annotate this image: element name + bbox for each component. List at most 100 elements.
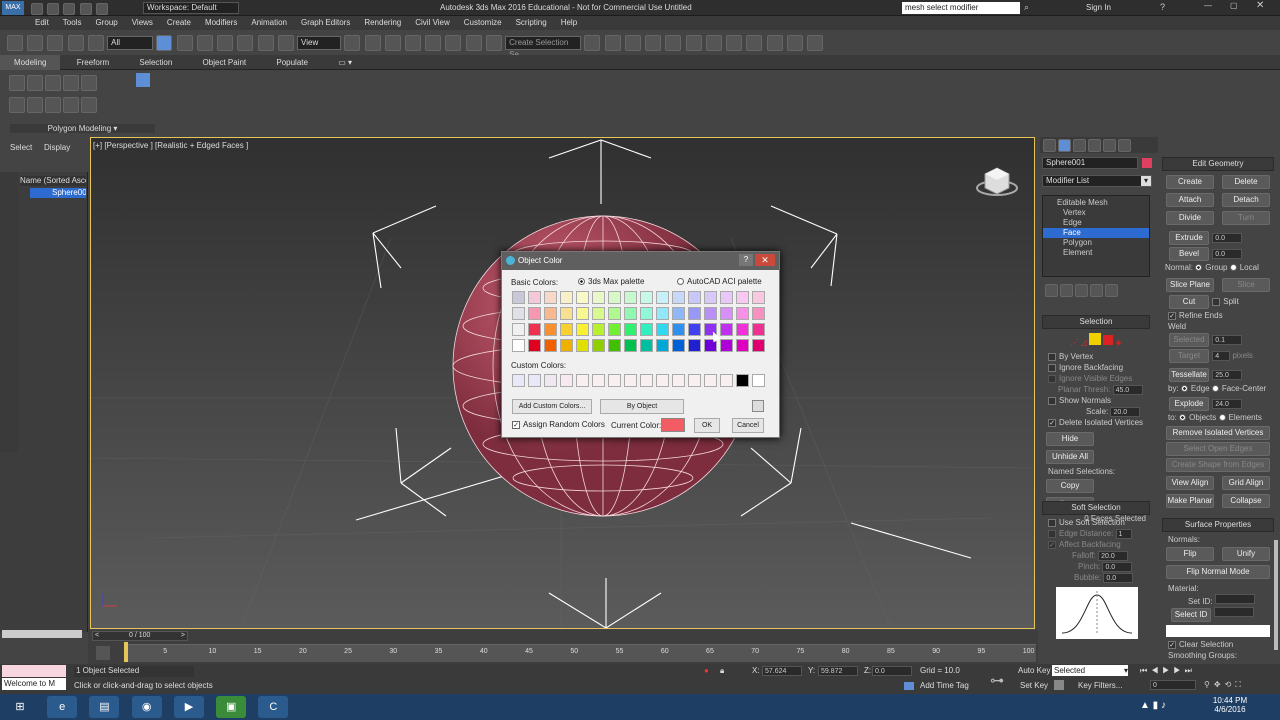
custom-color-swatch[interactable]: [576, 374, 589, 387]
basic-color-swatch[interactable]: [512, 291, 525, 304]
basic-color-swatch[interactable]: [592, 339, 605, 352]
internet-explorer-icon[interactable]: e: [47, 696, 78, 718]
menu-views[interactable]: Views: [125, 16, 160, 30]
pin-icon[interactable]: [136, 73, 150, 87]
radio-face-center[interactable]: Face-Center: [1211, 384, 1266, 393]
basic-color-swatch[interactable]: [528, 291, 541, 304]
time-slider-prev[interactable]: <: [95, 632, 99, 639]
object-color-swatch[interactable]: [1142, 158, 1152, 168]
extrude-button[interactable]: Extrude: [1169, 231, 1209, 245]
show-end-result-icon[interactable]: [1060, 284, 1073, 297]
basic-color-swatch[interactable]: [688, 339, 701, 352]
maxscript-mini-listener[interactable]: Welcome to M: [2, 678, 66, 690]
tessellate-spinner[interactable]: 25.0: [1212, 370, 1243, 380]
motion-tab-icon[interactable]: [1088, 139, 1101, 152]
bind-spacewarp-icon[interactable]: [87, 35, 104, 51]
basic-color-swatch[interactable]: [512, 307, 525, 320]
ok-button[interactable]: OK: [694, 418, 720, 433]
configure-sets-icon[interactable]: [1105, 284, 1118, 297]
basic-color-swatch[interactable]: [656, 291, 669, 304]
save-icon[interactable]: [63, 3, 76, 15]
basic-color-swatch[interactable]: [576, 323, 589, 336]
app-logo[interactable]: MAX: [2, 1, 24, 15]
workspace-dropdown[interactable]: Workspace: Default: [143, 2, 239, 14]
z-coord-field[interactable]: 0.0: [872, 666, 912, 676]
ignore-backfacing-checkbox[interactable]: Ignore Backfacing: [1042, 362, 1150, 373]
basic-color-swatch[interactable]: [560, 307, 573, 320]
custom-color-swatch[interactable]: [656, 374, 669, 387]
basic-color-swatch[interactable]: [528, 323, 541, 336]
remove-isolated-vertices-button[interactable]: Remove Isolated Vertices: [1166, 426, 1270, 440]
tray-icons[interactable]: ▲ ▮ ♪: [1140, 700, 1166, 711]
selection-set-dropdown[interactable]: Selected ▾: [1052, 665, 1128, 676]
set-key-icon[interactable]: [1054, 680, 1064, 690]
basic-color-swatch[interactable]: [544, 323, 557, 336]
minimize-button[interactable]: —: [1204, 1, 1212, 10]
assign-random-colors-checkbox[interactable]: ✓ Assign Random Colors: [512, 420, 605, 429]
create-tab-icon[interactable]: [1043, 139, 1056, 152]
basic-color-swatch[interactable]: [672, 291, 685, 304]
clear-selection-checkbox[interactable]: ✓ Clear Selection: [1162, 639, 1274, 650]
render-iterative-icon[interactable]: [786, 35, 803, 51]
close-button[interactable]: ✕: [1256, 0, 1264, 11]
y-coord-field[interactable]: 59.872: [818, 666, 858, 676]
explorer-column-header[interactable]: Name (Sorted Ascen: [20, 176, 86, 186]
custom-color-swatch[interactable]: [544, 374, 557, 387]
tab-freeform[interactable]: Freeform: [63, 55, 123, 70]
viewcube-icon[interactable]: [975, 160, 1019, 200]
by-vertex-checkbox[interactable]: By Vertex: [1042, 351, 1150, 362]
move-icon[interactable]: [237, 35, 254, 51]
cancel-button[interactable]: Cancel: [732, 418, 764, 433]
delete-button[interactable]: Delete: [1222, 175, 1270, 189]
isolate-selection-icon[interactable]: ●: [704, 666, 709, 675]
explorer-item-sphere[interactable]: Sphere001: [30, 188, 86, 198]
command-panel-scrollbar[interactable]: [1274, 540, 1278, 650]
playback-controls[interactable]: ⏮◀▶▶⏭: [1140, 666, 1250, 676]
maximize-button[interactable]: ▢: [1230, 1, 1238, 10]
clock[interactable]: 10:44 PM 4/6/2016: [1200, 696, 1260, 714]
basic-color-swatch[interactable]: [752, 339, 765, 352]
menu-edit[interactable]: Edit: [28, 16, 56, 30]
tab-display[interactable]: Display: [44, 143, 70, 152]
basic-color-swatch[interactable]: [736, 323, 749, 336]
menu-graph-editors[interactable]: Graph Editors: [294, 16, 357, 30]
turn-button[interactable]: Turn: [1222, 211, 1270, 225]
basic-color-swatch[interactable]: [576, 291, 589, 304]
basic-color-swatch[interactable]: [720, 307, 733, 320]
refine-ends-checkbox[interactable]: ✓ Refine Ends: [1162, 310, 1274, 321]
selection-filter-dropdown[interactable]: All: [107, 36, 154, 50]
pinch-spinner[interactable]: 0.0: [1102, 562, 1133, 572]
make-unique-icon[interactable]: [1075, 284, 1088, 297]
cut-button[interactable]: Cut: [1169, 295, 1209, 309]
material-editor-icon[interactable]: [705, 35, 722, 51]
basic-color-swatch[interactable]: [608, 323, 621, 336]
edge-subobject-icon[interactable]: ◿: [1081, 338, 1087, 347]
display-tab-icon[interactable]: [1103, 139, 1116, 152]
unify-button[interactable]: Unify: [1222, 547, 1270, 561]
falloff-spinner[interactable]: 20.0: [1098, 551, 1129, 561]
basic-color-swatch[interactable]: [560, 323, 573, 336]
menu-scripting[interactable]: Scripting: [509, 16, 554, 30]
flip-button[interactable]: Flip: [1166, 547, 1214, 561]
time-slider[interactable]: < 0 / 100 >: [92, 631, 188, 641]
basic-color-swatch[interactable]: [688, 291, 701, 304]
basic-color-swatch[interactable]: [672, 323, 685, 336]
radio-group[interactable]: Group: [1195, 263, 1227, 272]
collapse-button[interactable]: Collapse: [1222, 494, 1270, 508]
basic-color-swatch[interactable]: [528, 339, 541, 352]
basic-color-swatch[interactable]: [752, 307, 765, 320]
slice-plane-button[interactable]: Slice Plane: [1166, 278, 1214, 292]
link-icon[interactable]: [47, 35, 64, 51]
sign-in-button[interactable]: Sign In: [1086, 3, 1111, 12]
custom-color-swatch[interactable]: [720, 374, 733, 387]
tab-populate[interactable]: Populate: [262, 55, 322, 70]
basic-color-swatch[interactable]: [656, 307, 669, 320]
extrude-spinner[interactable]: 0.0: [1212, 233, 1243, 243]
soft-selection-rollout-header[interactable]: Soft Selection: [1042, 501, 1150, 515]
modifier-list-dropdown[interactable]: Modifier List ▾: [1042, 175, 1152, 187]
element-mode-icon[interactable]: [45, 97, 61, 113]
basic-color-swatch[interactable]: [608, 339, 621, 352]
select-id-button[interactable]: Select ID: [1171, 608, 1211, 622]
rendered-frame-icon[interactable]: [746, 35, 763, 51]
basic-color-swatch[interactable]: [688, 307, 701, 320]
